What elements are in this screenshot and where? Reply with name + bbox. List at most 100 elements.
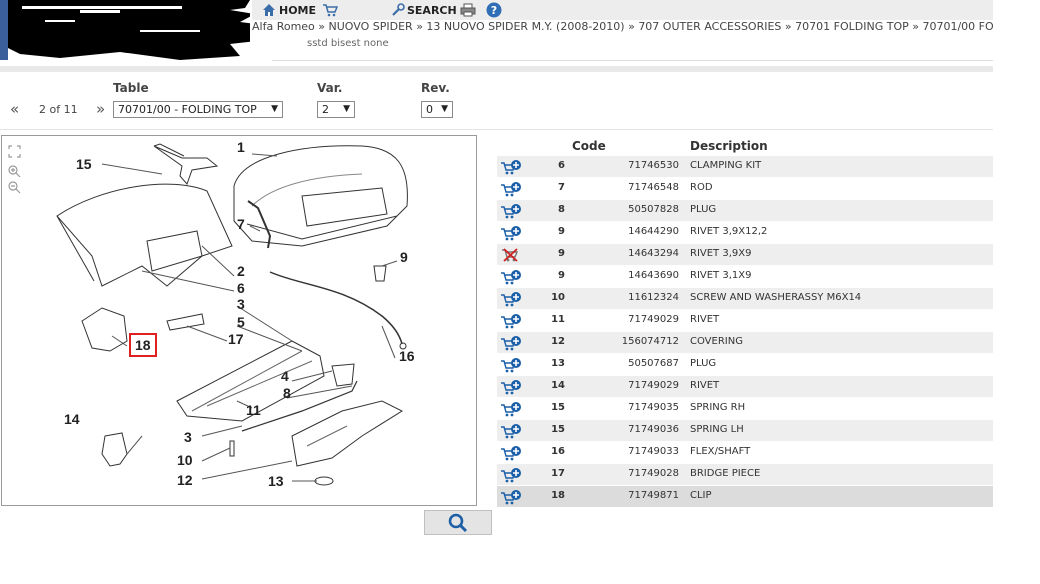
add-to-cart-icon[interactable] [500,401,522,417]
breadcrumb-item[interactable]: 13 NUOVO SPIDER M.Y. (2008-2010) [426,20,624,33]
site-logo[interactable] [0,0,250,66]
nav-search-label: SEARCH [407,3,457,17]
var-label: Var. [317,81,343,95]
ref-number: 15 [551,424,565,435]
part-description: COVERING [690,336,743,347]
table-row[interactable]: 15 71749035 SPRING RH [497,398,993,420]
nav-search[interactable]: SEARCH [391,2,457,18]
breadcrumb-separator: » [784,20,792,33]
table-row[interactable]: 14 71749029 RIVET [497,376,993,398]
callout-label[interactable]: 16 [399,348,415,364]
ref-number: 11 [551,314,565,325]
table-row[interactable]: 9 14643294 RIVET 3,9X9 [497,244,993,266]
callout-label[interactable]: 5 [237,314,245,330]
ref-number: 16 [551,446,565,457]
nav-print[interactable] [460,2,476,18]
add-to-cart-icon[interactable] [500,379,522,395]
breadcrumb-item[interactable]: 70701/00 FOLDING TO [922,20,993,33]
table-row[interactable]: 13 50507687 PLUG [497,354,993,376]
callout-label[interactable]: 14 [64,411,80,427]
add-to-cart-icon[interactable] [500,181,522,197]
callout-label[interactable]: 1 [237,139,245,155]
callout-label[interactable]: 15 [76,156,92,172]
table-row[interactable]: 17 71749028 BRIDGE PIECE [497,464,993,486]
callout-label[interactable]: 6 [237,280,245,296]
exploded-diagram[interactable]: 15 1 7 9 2 6 3 5 17 18 16 4 8 11 14 3 10… [1,135,477,506]
callout-label[interactable]: 4 [281,368,289,384]
callout-label[interactable]: 9 [400,249,408,265]
search-button[interactable] [424,510,492,535]
ref-number: 7 [558,182,565,193]
add-to-cart-icon[interactable] [500,467,522,483]
breadcrumb-item[interactable]: NUOVO SPIDER [329,20,413,33]
add-to-cart-icon[interactable] [500,489,522,505]
callout-label[interactable]: 2 [237,263,245,279]
callout-label[interactable]: 11 [246,402,261,418]
part-description: RIVET 3,1X9 [690,270,752,281]
table-row[interactable]: 15 71749036 SPRING LH [497,420,993,442]
help-icon: ? [486,2,502,18]
part-code: 71746530 [628,160,679,171]
table-row[interactable]: 6 71746530 CLAMPING KIT [497,156,993,178]
rev-select[interactable]: 0 ▼ [421,101,453,118]
table-row[interactable]: 9 14644290 RIVET 3,9X12,2 [497,222,993,244]
add-to-cart-icon[interactable] [500,423,522,439]
part-description: RIVET [690,314,720,325]
part-code: 71749035 [628,402,679,413]
part-description: SPRING RH [690,402,746,413]
table-row[interactable]: 9 14643690 RIVET 3,1X9 [497,266,993,288]
table-row[interactable]: 18 71749871 CLIP [497,486,993,508]
breadcrumb-separator: » [416,20,423,33]
table-select-value: 70701/00 - FOLDING TOP [118,103,257,116]
prev-table-button[interactable]: « [10,100,19,118]
table-label: Table [113,81,149,95]
nav-home[interactable]: HOME [262,2,316,18]
add-to-cart-icon[interactable] [500,357,522,373]
table-row[interactable]: 10 11612324 SCREW AND WASHERASSY M6X14 [497,288,993,310]
nav-cart[interactable] [322,2,338,18]
part-code: 71746548 [628,182,679,193]
callout-label[interactable]: 3 [237,296,245,312]
add-to-cart-icon[interactable] [500,225,522,241]
next-table-button[interactable]: » [96,100,105,118]
nav-help[interactable]: ? [486,2,502,18]
add-to-cart-icon[interactable] [500,313,522,329]
add-to-cart-icon[interactable] [500,291,522,307]
table-row[interactable]: 8 50507828 PLUG [497,200,993,222]
add-to-cart-icon[interactable] [500,335,522,351]
callout-label[interactable]: 8 [283,385,291,401]
add-to-cart-icon[interactable] [500,445,522,461]
svg-text:?: ? [491,4,497,17]
breadcrumb-separator: » [912,20,919,33]
add-to-cart-icon[interactable] [500,203,522,219]
table-row[interactable]: 7 71746548 ROD [497,178,993,200]
callout-label[interactable]: 3 [184,429,192,445]
table-select[interactable]: 70701/00 - FOLDING TOP ▼ [113,101,283,118]
breadcrumb-item[interactable]: 70701 FOLDING TOP [795,20,909,33]
table-row[interactable]: 12 156074712 COVERING [497,332,993,354]
var-select-value: 2 [322,103,329,116]
add-to-cart-icon[interactable] [500,159,522,175]
callout-label[interactable]: 10 [177,452,193,468]
table-row[interactable]: 16 71749033 FLEX/SHAFT [497,442,993,464]
breadcrumb-item[interactable]: Alfa Romeo [252,20,315,33]
sub-header-text: sstd bisest none [307,38,389,49]
breadcrumb-item[interactable]: 707 OUTER ACCESSORIES [638,20,781,33]
table-row[interactable]: 11 71749029 RIVET [497,310,993,332]
add-to-cart-icon[interactable] [500,269,522,285]
callout-label-highlighted[interactable]: 18 [129,333,157,357]
breadcrumb-separator: » [318,20,326,33]
part-code: 11612324 [628,292,679,303]
callout-label[interactable]: 17 [228,331,244,347]
var-select[interactable]: 2 ▼ [317,101,355,118]
ref-number: 18 [551,490,565,501]
part-code: 156074712 [621,336,679,347]
ref-number: 6 [558,160,565,171]
print-icon [460,3,476,17]
part-description: FLEX/SHAFT [690,446,751,457]
callout-label[interactable]: 12 [177,472,193,488]
callout-label[interactable]: 7 [237,216,245,232]
part-description: PLUG [690,358,717,369]
callout-label[interactable]: 13 [268,473,284,489]
part-description: ROD [690,182,713,193]
